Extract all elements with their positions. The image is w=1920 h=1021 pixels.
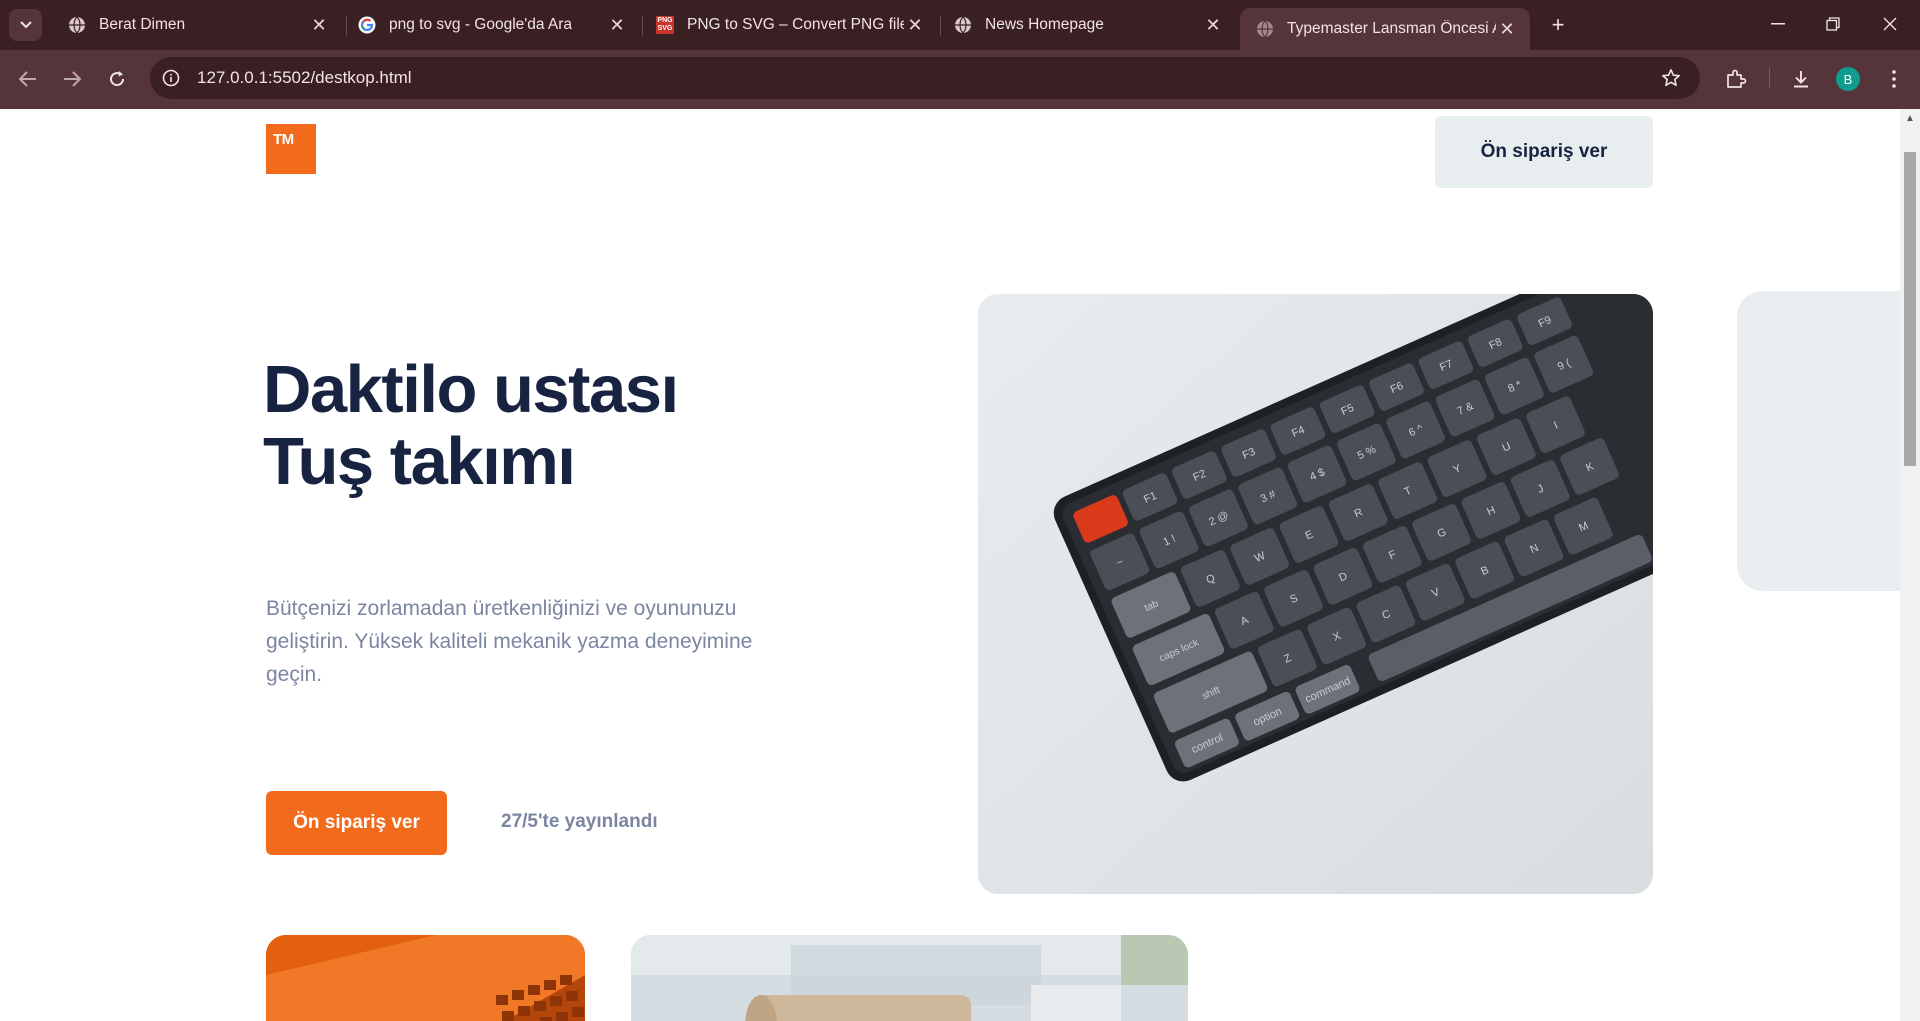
side-carousel-card	[1737, 291, 1900, 591]
release-date: 27/5'te yayınlandı	[501, 811, 658, 832]
browser-toolbar: 127.0.0.1:5502/destkop.html B	[0, 50, 1920, 109]
tab-strip: Berat Dimen ✕ png to svg - Google'da Ara…	[0, 0, 1920, 50]
tab-berat-dimen[interactable]: Berat Dimen ✕	[52, 8, 342, 42]
desk-photo-thumbnail	[631, 935, 1188, 1021]
tab-title: Berat Dimen	[99, 16, 186, 33]
scroll-up-arrow-icon[interactable]: ▲	[1905, 113, 1915, 124]
globe-icon	[1256, 20, 1274, 38]
header-preorder-button[interactable]: Ön sipariş ver	[1435, 116, 1653, 188]
png-svg-favicon-label: PNG SVG	[657, 17, 673, 32]
new-tab-icon[interactable]: +	[1545, 12, 1571, 38]
close-icon[interactable]: ✕	[1202, 14, 1224, 36]
keyboard-illustration: F1F2F3F4F5F6F7F8F9~1 !2 @3 #4 $5 %6 ^7 &…	[978, 294, 1653, 894]
menu-kebab-icon[interactable]	[1880, 65, 1908, 93]
globe-icon	[68, 16, 86, 34]
hero-keyboard-image: F1 F2 F3 F4 F5 F6 F7 F8 F9 ~1 ! 2 @3 #4 $5 % 6 ^ 7 &…	[978, 294, 1653, 894]
site-logo[interactable]: TM	[266, 124, 316, 174]
close-window-icon[interactable]	[1878, 12, 1902, 36]
close-icon[interactable]: ✕	[606, 14, 628, 36]
hero-preorder-button[interactable]: Ön sipariş ver	[266, 791, 447, 855]
tab-title: PNG to SVG – Convert PNG file	[687, 16, 904, 33]
page-viewport: TM Ön sipariş ver Daktilo ustası Tuş tak…	[0, 109, 1900, 1021]
minimize-icon[interactable]	[1766, 12, 1790, 36]
tab-typemaster[interactable]: Typemaster Lansman Öncesi Al ✕	[1240, 8, 1530, 50]
address-bar[interactable]: 127.0.0.1:5502/destkop.html	[150, 57, 1700, 99]
globe-icon	[954, 16, 972, 34]
back-arrow-icon[interactable]	[12, 63, 44, 95]
hero-title: Daktilo ustası Tuş takımı	[263, 354, 823, 498]
orange-keyboard-thumbnail	[266, 935, 585, 1021]
tab-title: Typemaster Lansman Öncesi Al	[1287, 20, 1496, 37]
reload-icon[interactable]	[101, 63, 133, 95]
tab-title: News Homepage	[985, 16, 1104, 33]
close-icon[interactable]: ✕	[1496, 18, 1518, 40]
download-icon[interactable]	[1787, 65, 1815, 93]
chevron-down-icon	[19, 21, 32, 29]
scrollbar-thumb[interactable]	[1904, 152, 1916, 466]
page-scrollbar[interactable]: ▲	[1900, 109, 1920, 1021]
site-info-icon[interactable]	[161, 68, 181, 88]
close-icon[interactable]: ✕	[904, 14, 926, 36]
hero-title-line1: Daktilo ustası	[263, 352, 679, 427]
extensions-icon[interactable]	[1722, 65, 1750, 93]
tab-news-homepage[interactable]: News Homepage ✕	[938, 8, 1236, 42]
url-text[interactable]: 127.0.0.1:5502/destkop.html	[197, 68, 412, 88]
tab-google-search[interactable]: png to svg - Google'da Ara ✕	[342, 8, 640, 42]
forward-arrow-icon[interactable]	[56, 63, 88, 95]
google-icon	[358, 16, 376, 34]
toolbar-separator	[1769, 68, 1770, 88]
hero-description: Bütçenizi zorlamadan üretkenliğinizi ve …	[266, 597, 753, 686]
hero-title-line2: Tuş takımı	[263, 424, 576, 499]
bookmark-star-icon[interactable]	[1660, 67, 1682, 89]
tab-search-button[interactable]	[9, 9, 42, 41]
restore-icon[interactable]	[1821, 12, 1845, 36]
profile-avatar[interactable]: B	[1836, 67, 1860, 91]
tab-title: png to svg - Google'da Ara	[389, 16, 573, 33]
close-icon[interactable]: ✕	[308, 14, 330, 36]
tab-png-to-svg[interactable]: PNG SVG PNG to SVG – Convert PNG file ✕	[640, 8, 938, 42]
png-svg-icon: PNG SVG	[656, 16, 674, 34]
